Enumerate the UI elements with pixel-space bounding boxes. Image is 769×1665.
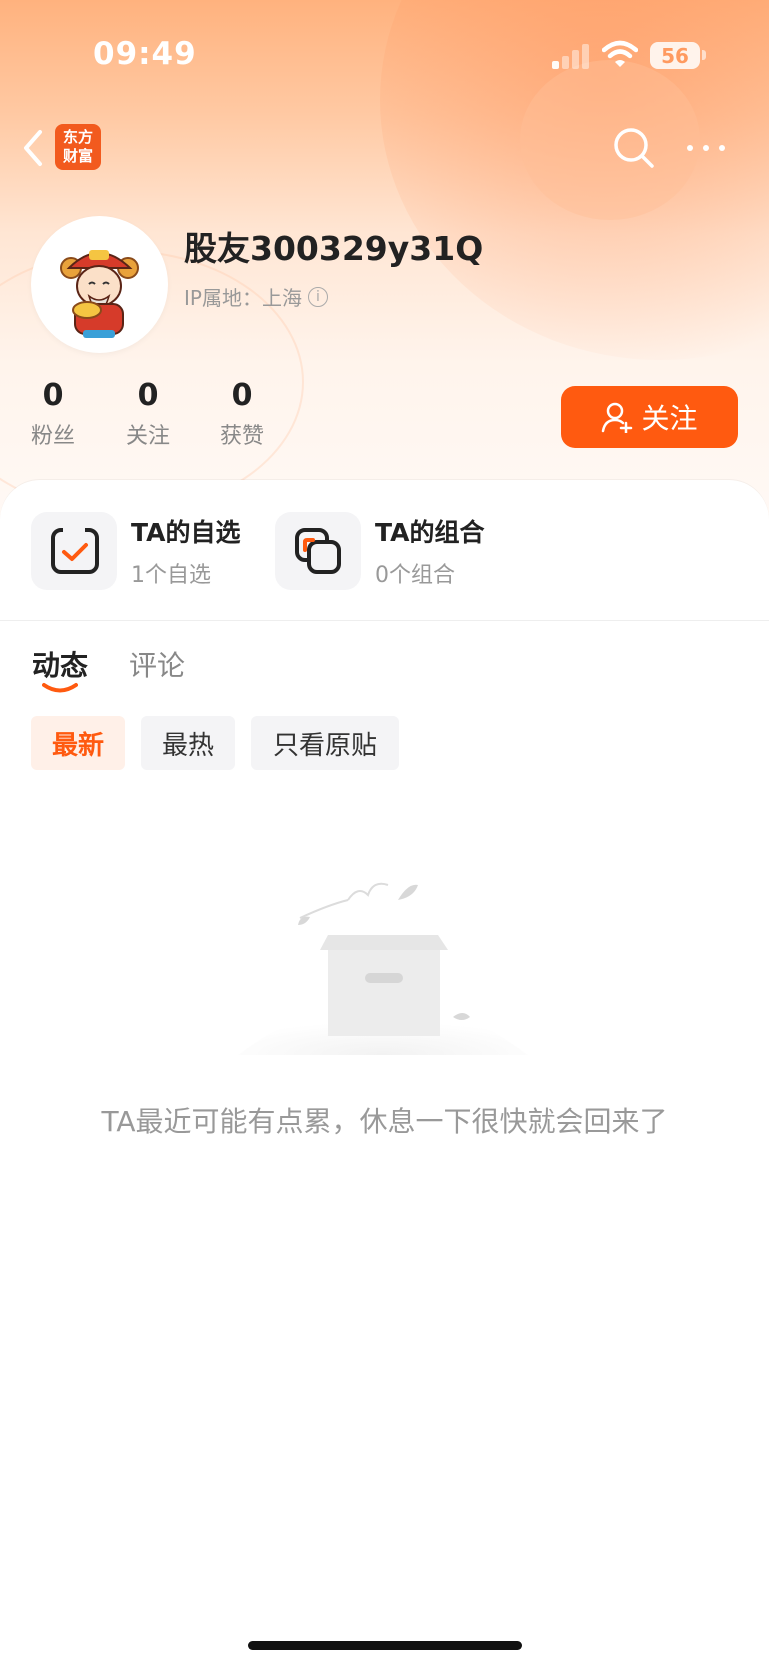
search-icon[interactable] xyxy=(612,126,656,170)
wifi-icon xyxy=(602,40,638,67)
stat-value: 0 xyxy=(231,378,253,413)
filter-original-only[interactable]: 只看原贴 xyxy=(251,716,399,770)
stat-value: 0 xyxy=(137,378,159,413)
quick-link-title: TA的自选 xyxy=(131,518,241,547)
tab-active-indicator xyxy=(42,683,78,693)
content-card xyxy=(0,480,769,1665)
filter-latest[interactable]: 最新 xyxy=(31,716,125,770)
ip-location: IP属地：上海 xyxy=(184,286,302,310)
status-time: 09:49 xyxy=(93,36,197,72)
stat-label: 关注 xyxy=(125,424,170,449)
fortune-god-avatar-icon xyxy=(60,250,139,338)
quick-link-portfolio[interactable]: TA的组合 0个组合 xyxy=(275,512,484,590)
tab-posts[interactable]: 动态 xyxy=(32,644,88,684)
chevron-left-icon[interactable] xyxy=(18,126,48,170)
quick-link-title: TA的组合 xyxy=(375,518,485,547)
empty-box-icon xyxy=(238,882,528,1055)
watchlist-check-icon xyxy=(31,512,117,590)
more-dots-icon[interactable] xyxy=(684,138,728,158)
stat-label: 粉丝 xyxy=(30,424,75,449)
avatar[interactable] xyxy=(31,216,168,353)
eastmoney-logo[interactable]: 东方财富 xyxy=(55,124,101,170)
add-user-icon xyxy=(602,402,633,433)
stat-following[interactable]: 0 关注 xyxy=(113,378,183,450)
follow-button[interactable]: 关注 xyxy=(561,386,738,448)
cellular-signal-icon xyxy=(552,43,590,69)
follow-label: 关注 xyxy=(641,402,698,435)
quick-link-subtitle: 0个组合 xyxy=(375,563,455,588)
username: 股友300329y31Q xyxy=(184,229,484,268)
stat-followers[interactable]: 0 粉丝 xyxy=(18,378,88,450)
divider xyxy=(0,620,769,621)
empty-state-message: TA最近可能有点累，休息一下很快就会回来了 xyxy=(101,1105,668,1138)
quick-link-subtitle: 1个自选 xyxy=(131,563,211,588)
ip-location-row: IP属地：上海 i xyxy=(184,282,328,311)
info-icon[interactable]: i xyxy=(307,286,328,307)
stat-value: 0 xyxy=(42,378,64,413)
portfolio-icon xyxy=(275,512,361,590)
battery-tip xyxy=(702,50,706,60)
stat-label: 获赞 xyxy=(219,424,264,449)
battery-indicator: 56 xyxy=(650,42,700,69)
tab-comments[interactable]: 评论 xyxy=(129,644,185,684)
home-indicator[interactable] xyxy=(248,1641,522,1650)
filter-hottest[interactable]: 最热 xyxy=(141,716,235,770)
stat-likes[interactable]: 0 获赞 xyxy=(207,378,277,450)
quick-link-watchlist[interactable]: TA的自选 1个自选 xyxy=(31,512,240,590)
